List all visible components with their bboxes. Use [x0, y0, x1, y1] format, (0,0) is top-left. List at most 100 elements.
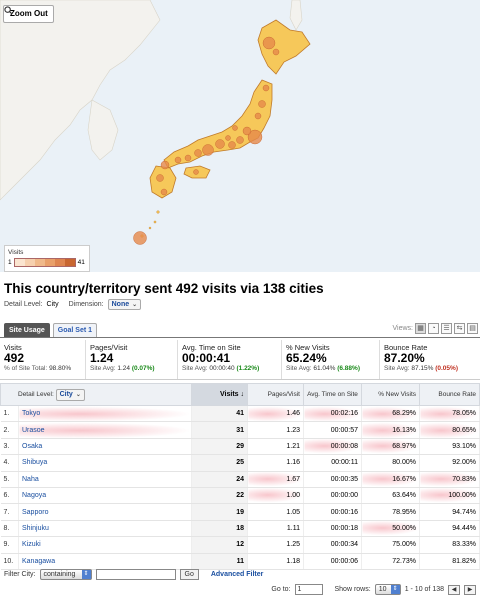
city-link[interactable]: Shibuya — [18, 454, 192, 472]
page-headline: This country/territory sent 492 visits v… — [4, 281, 324, 296]
metric-value: 87.20% — [384, 351, 425, 365]
table-row[interactable]: 1. Tokyo 41 1.46 00:02:16 68.29% 78.05% — [0, 405, 480, 423]
col-avg-time[interactable]: Avg. Time on Site — [303, 383, 362, 406]
avg-time-cell: 00:00:08 — [303, 438, 362, 456]
advanced-filter-link[interactable]: Advanced Filter — [211, 571, 264, 578]
metric-value: 00:00:41 — [182, 351, 231, 365]
dimension-select[interactable]: None ⌄ — [107, 299, 142, 310]
new-visits-cell: 75.00% — [361, 536, 420, 554]
metric-value: 1.24 — [90, 351, 114, 365]
metric-bounce-rate: Bounce Rate 87.20% Site Avg: 87.15% (0.0… — [380, 340, 480, 379]
filter-label: Filter City: — [4, 570, 36, 578]
bounce-rate-cell: 94.74% — [419, 503, 480, 521]
metric-sub: Site Avg: 1.24 (0.07%) — [90, 365, 155, 372]
legend-max: 41 — [77, 259, 85, 266]
col-new-visits[interactable]: % New Visits — [361, 383, 420, 406]
table-row[interactable]: 6. Nagoya 22 1.00 00:00:00 63.64% 100.00% — [0, 487, 480, 505]
table-row[interactable]: 4. Shibuya 25 1.16 00:00:11 80.00% 92.00% — [0, 454, 480, 472]
new-visits-cell: 50.00% — [361, 520, 420, 538]
new-visits-cell: 68.97% — [361, 438, 420, 456]
bounce-rate-cell: 93.10% — [419, 438, 480, 456]
visits-cell: 31 — [191, 421, 248, 439]
bounce-rate-cell: 100.00% — [419, 487, 480, 505]
bounce-rate-cell: 78.05% — [419, 405, 480, 423]
table-row[interactable]: 8. Shinjuku 18 1.11 00:00:18 50.00% 94.44% — [0, 520, 480, 538]
comparison-view-icon[interactable]: ⇆ — [454, 323, 465, 334]
avg-time-cell: 00:00:11 — [303, 454, 362, 472]
goto-label: Go to: — [271, 586, 291, 593]
metric-sub: Site Avg: 87.15% (0.05%) — [384, 365, 458, 372]
dimension-header: Detail Level: City ⌄ — [0, 383, 192, 406]
tab-site-usage[interactable]: Site Usage — [4, 323, 50, 337]
filter-mode-select[interactable]: containing ⇕ — [39, 568, 92, 580]
go-button[interactable]: Go — [179, 568, 199, 580]
row-number: 9. — [0, 536, 19, 554]
bounce-rate-cell: 83.33% — [419, 536, 480, 554]
city-link[interactable]: Naha — [18, 471, 192, 488]
metric-sub: Site Avg: 00:00:40 (1.22%) — [182, 365, 260, 372]
metric-sub: % of Site Total: 98.80% — [4, 365, 72, 372]
avg-time-cell: 00:02:16 — [303, 405, 362, 423]
col-bounce-rate[interactable]: Bounce Rate — [419, 383, 480, 406]
pie-view-icon[interactable]: ◔ — [428, 323, 439, 334]
table-row[interactable]: 2. Urasoe 31 1.23 00:00:57 16.13% 80.65% — [0, 421, 480, 439]
table-view-icon[interactable]: ▦ — [415, 323, 426, 334]
table-row[interactable]: 9. Kizuki 12 1.25 00:00:34 75.00% 83.33% — [0, 536, 480, 554]
city-link[interactable]: Tokyo — [18, 405, 192, 423]
row-number: 3. — [0, 438, 19, 456]
summary-metrics: Visits 492 % of Site Total: 98.80% Pages… — [0, 340, 480, 380]
bar-view-icon[interactable]: ☰ — [441, 323, 452, 334]
table-row[interactable]: 7. Sapporo 19 1.05 00:00:16 78.95% 94.74% — [0, 503, 480, 521]
next-page-button[interactable]: ▶ — [464, 584, 476, 595]
pages-visit-cell: 1.16 — [247, 454, 304, 472]
col-pages-visit[interactable]: Pages/Visit — [247, 383, 304, 406]
page-range: 1 - 10 of 138 — [404, 586, 444, 593]
avg-time-cell: 00:00:57 — [303, 421, 362, 439]
table-row[interactable]: 5. Naha 24 1.67 00:00:35 16.67% 70.83% — [0, 471, 480, 488]
legend-min: 1 — [8, 259, 12, 266]
detail-row: Detail Level: City Dimension: None ⌄ — [4, 299, 142, 310]
city-link[interactable]: Nagoya — [18, 487, 192, 505]
show-rows-select[interactable]: 10 ⇕ — [374, 584, 401, 595]
metric-pages-visit: Pages/Visit 1.24 Site Avg: 1.24 (0.07%) — [86, 340, 178, 379]
visits-cell: 18 — [191, 520, 248, 538]
detail-level-value[interactable]: City — [47, 301, 59, 308]
goto-input[interactable]: 1 — [294, 584, 323, 595]
prev-page-button[interactable]: ◀ — [448, 584, 460, 595]
detail-level-label: Detail Level: — [4, 301, 43, 308]
city-link[interactable]: Osaka — [18, 438, 192, 456]
visits-cell: 41 — [191, 405, 248, 423]
city-link[interactable]: Urasoe — [18, 421, 192, 439]
city-link[interactable]: Shinjuku — [18, 520, 192, 538]
city-link[interactable]: Sapporo — [18, 503, 192, 521]
new-visits-cell: 16.13% — [361, 421, 420, 439]
avg-time-cell: 00:00:00 — [303, 487, 362, 505]
col-visits[interactable]: Visits ↓ — [191, 383, 248, 406]
metric-avg-time: Avg. Time on Site 00:00:41 Site Avg: 00:… — [178, 340, 282, 379]
tab-goal-set-1[interactable]: Goal Set 1 — [52, 323, 98, 337]
visits-cell: 24 — [191, 471, 248, 488]
pages-visit-cell: 1.67 — [247, 471, 304, 488]
city-link[interactable]: Kizuki — [18, 536, 192, 554]
filter-input[interactable] — [95, 568, 176, 580]
pivot-view-icon[interactable]: ▤ — [467, 323, 478, 334]
visits-cell: 12 — [191, 536, 248, 554]
pages-visit-cell: 1.46 — [247, 405, 304, 423]
new-visits-cell: 80.00% — [361, 454, 420, 472]
table-row[interactable]: 3. Osaka 29 1.21 00:00:08 68.97% 93.10% — [0, 438, 480, 456]
geo-map[interactable]: Zoom Out Visits 1 41 — [0, 0, 480, 272]
row-number: 1. — [0, 405, 19, 423]
filter-bar: Filter City: containing ⇕ Go Advanced Fil… — [0, 567, 480, 581]
zoom-out-button[interactable]: Zoom Out — [3, 5, 54, 23]
dimension-select-value: None — [111, 301, 130, 308]
bounce-rate-cell: 92.00% — [419, 454, 480, 472]
new-visits-cell: 16.67% — [361, 471, 420, 488]
japan-map-graphic — [0, 0, 311, 245]
chevron-down-icon: ⌄ — [75, 391, 81, 398]
dimension-label: Dimension: — [68, 301, 104, 308]
bounce-rate-cell: 94.44% — [419, 520, 480, 538]
avg-time-cell: 00:00:34 — [303, 536, 362, 554]
table-dimension-select[interactable]: City ⌄ — [55, 388, 85, 401]
legend-title: Visits — [8, 249, 24, 256]
pages-visit-cell: 1.21 — [247, 438, 304, 456]
